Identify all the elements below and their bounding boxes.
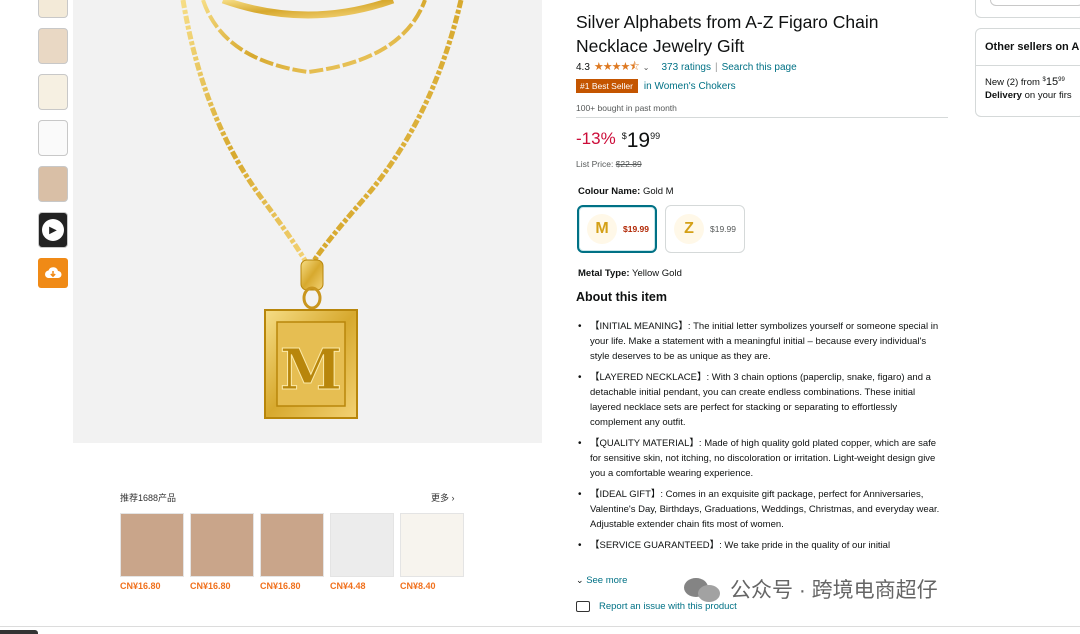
list-price: List Price: $22.89: [576, 159, 642, 169]
product-title: Silver Alphabets from A-Z Figaro Chain N…: [576, 12, 879, 56]
thumbnail-image[interactable]: [38, 28, 68, 64]
swatch-letter: Z: [674, 214, 704, 244]
recommend-more-link[interactable]: 更多 ›: [431, 491, 455, 504]
recommend-price: CN¥4.48: [330, 581, 366, 591]
colour-name: Colour Name: Gold M: [578, 186, 674, 197]
feature-bullet: 【LAYERED NECKLACE】: With 3 chain options…: [576, 370, 948, 430]
recommend-item[interactable]: CN¥8.40: [400, 513, 464, 591]
see-more-link[interactable]: ⌄ See more: [576, 575, 627, 586]
best-seller-badge[interactable]: #1 Best Seller: [576, 79, 638, 93]
price-row: -13% $1999: [576, 129, 948, 153]
main-product-image[interactable]: M: [73, 0, 542, 443]
metal-type: Metal Type: Yellow Gold: [578, 268, 682, 279]
recommend-image: [190, 513, 254, 577]
divider: [576, 117, 948, 118]
thumbnail-image[interactable]: [38, 166, 68, 202]
delivery-text: Delivery on your firs: [985, 90, 1072, 101]
swatch-letter: M: [587, 214, 617, 244]
buy-box-button[interactable]: [990, 0, 1080, 6]
ratings-link[interactable]: 373 ratings: [661, 62, 710, 73]
feature-bullets: 【INITIAL MEANING】: The initial letter sy…: [576, 319, 948, 553]
colour-swatches: M $19.99 Z $19.99: [577, 205, 948, 253]
recommend-image: [120, 513, 184, 577]
bought-text: 100+ bought in past month: [576, 103, 677, 113]
other-sellers-new-link[interactable]: New (2) from $1599: [976, 66, 1080, 88]
scrollbar[interactable]: [0, 630, 38, 634]
recommend-image: [260, 513, 324, 577]
watermark-text: 公众号 · 跨境电商超仔: [730, 579, 938, 602]
swatch-price: $19.99: [623, 224, 649, 234]
separator: |: [714, 61, 718, 73]
recommend-item[interactable]: CN¥16.80: [120, 513, 184, 591]
thumbnail-image[interactable]: [38, 0, 68, 18]
pendant-letter: M: [280, 337, 342, 403]
product-info: Silver Alphabets from A-Z Figaro Chain N…: [576, 0, 948, 559]
recommend-item[interactable]: CN¥4.48: [330, 513, 394, 591]
search-page-link[interactable]: Search this page: [722, 62, 797, 73]
buy-box-edge: [975, 0, 1080, 18]
chevron-down-icon: ⌄: [576, 575, 584, 585]
swatch-price: $19.99: [710, 224, 736, 234]
recommend-image: [330, 513, 394, 577]
recommend-title: 推荐1688产品: [120, 493, 177, 503]
other-sellers-box: Other sellers on A New (2) from $1599 De…: [975, 28, 1080, 117]
feature-bullet: 【INITIAL MEANING】: The initial letter sy…: [576, 319, 948, 364]
recommend-item[interactable]: CN¥16.80: [260, 513, 324, 591]
recommend-list: CN¥16.80 CN¥16.80 CN¥16.80 CN¥4.48 CN¥8.…: [120, 513, 464, 591]
wechat-icon: [682, 574, 722, 604]
feature-bullet: 【QUALITY MATERIAL】: Made of high quality…: [576, 436, 948, 481]
thumbnail-image[interactable]: [38, 74, 68, 110]
price: $1999: [621, 129, 661, 152]
recommend-item[interactable]: CN¥16.80: [190, 513, 254, 591]
swatch-option[interactable]: Z $19.99: [665, 205, 745, 253]
about-heading: About this item: [576, 290, 667, 304]
best-seller-row: #1 Best Seller in Women's Chokers: [576, 79, 948, 93]
cloud-download-icon[interactable]: [38, 258, 68, 288]
thumbnail-video[interactable]: ▶: [38, 212, 68, 248]
feature-bullet: 【IDEAL GIFT】: Comes in an exquisite gift…: [576, 487, 948, 532]
discount-percent: -13%: [576, 129, 616, 148]
feature-bullet: 【SERVICE GUARANTEED】: We take pride in t…: [576, 538, 948, 553]
star-rating-icon[interactable]: ★★★★⯪: [594, 58, 640, 77]
recommend-price: CN¥8.40: [400, 581, 436, 591]
best-seller-category-link[interactable]: in Women's Chokers: [644, 81, 736, 92]
recommend-image: [400, 513, 464, 577]
play-icon: ▶: [42, 219, 64, 241]
chevron-down-icon[interactable]: ⌄: [643, 63, 650, 72]
thumbnail-strip: ▶: [38, 0, 70, 288]
thumbnail-image[interactable]: [38, 120, 68, 156]
divider: [0, 626, 1080, 627]
feedback-icon: [576, 601, 590, 612]
watermark: 公众号 · 跨境电商超仔: [682, 574, 938, 604]
swatch-option[interactable]: M $19.99: [577, 205, 657, 253]
recommend-price: CN¥16.80: [190, 581, 231, 591]
rating-value: 4.3: [576, 61, 590, 73]
recommend-price: CN¥16.80: [260, 581, 301, 591]
rating-row: 4.3 ★★★★⯪ ⌄ 373 ratings | Search this pa…: [576, 60, 948, 74]
recommend-price: CN¥16.80: [120, 581, 161, 591]
other-sellers-heading: Other sellers on A: [976, 29, 1080, 66]
